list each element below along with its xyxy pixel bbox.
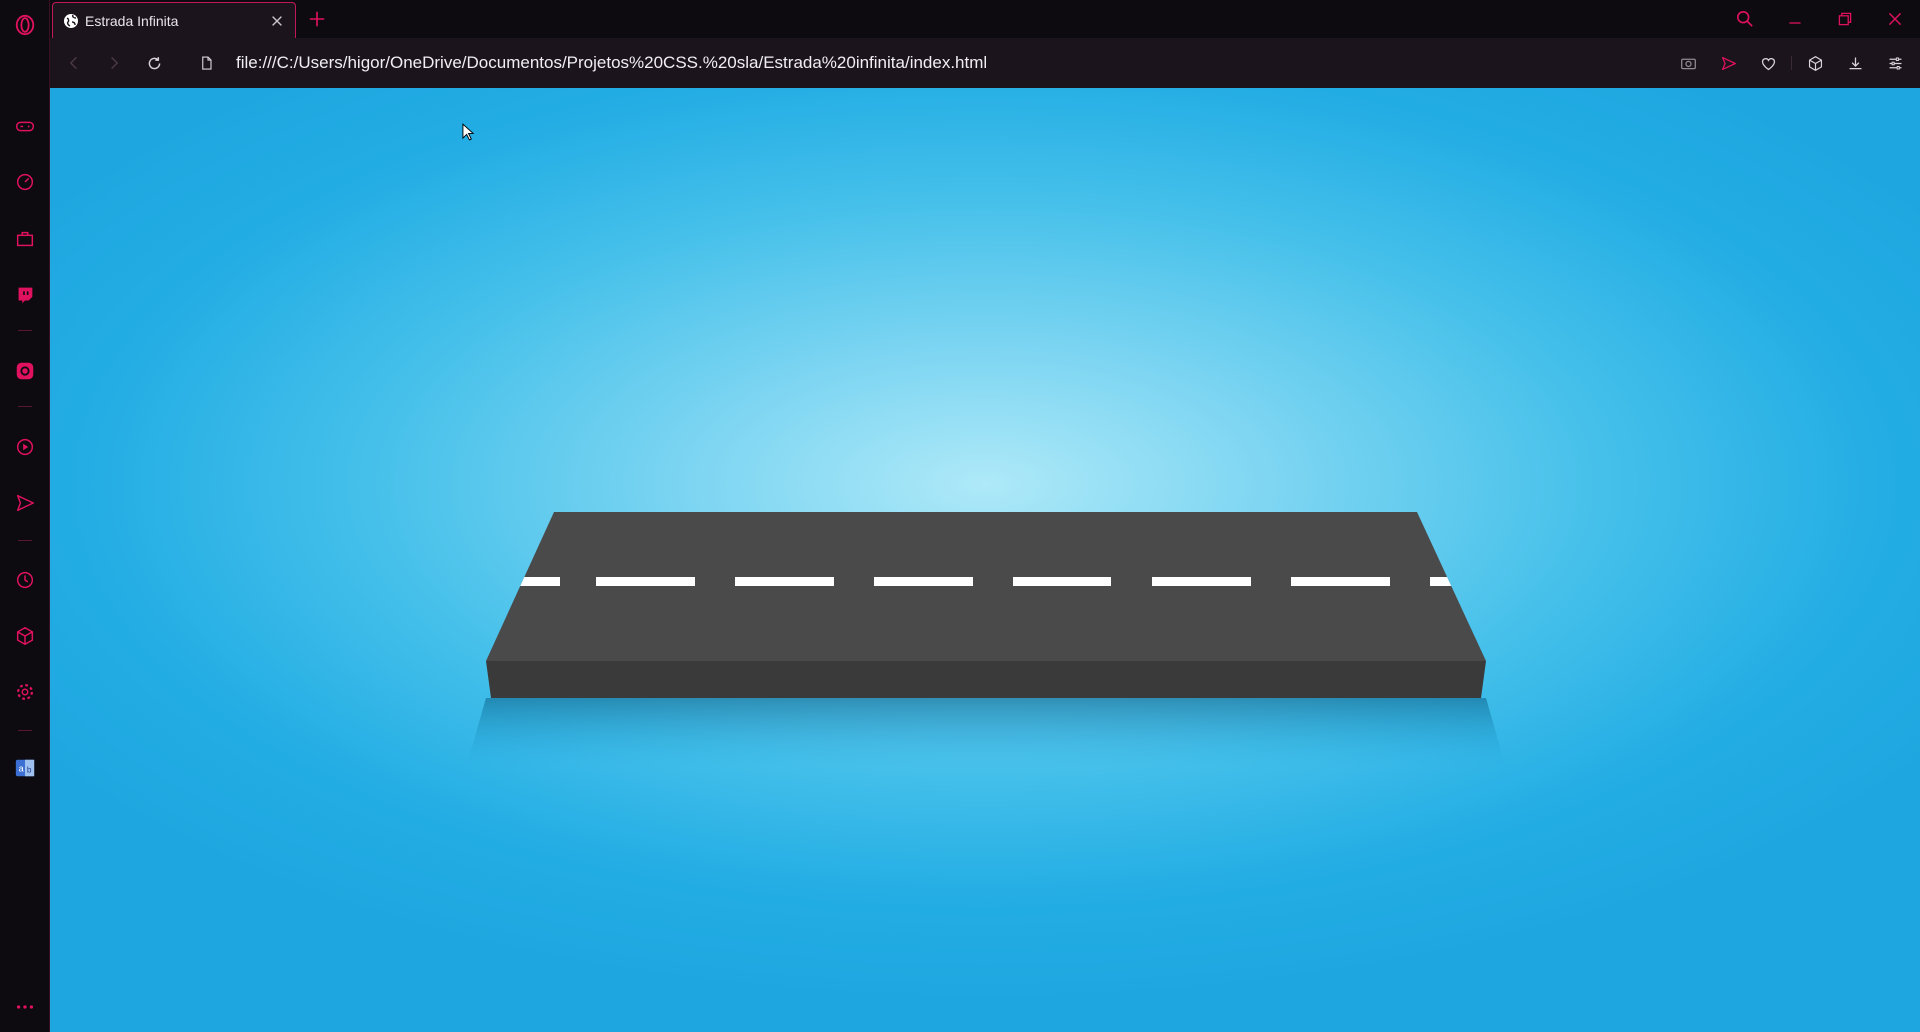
sidebar-divider [18, 730, 32, 731]
search-tabs-button[interactable] [1720, 0, 1770, 38]
forward-button[interactable] [94, 43, 134, 83]
back-button[interactable] [54, 43, 94, 83]
window-controls [1720, 0, 1920, 38]
downloads-button[interactable] [1838, 46, 1872, 80]
road-scene [466, 512, 1506, 768]
lane-dash [735, 577, 834, 586]
lane-dash [1152, 577, 1251, 586]
opera-logo-icon[interactable] [12, 12, 38, 38]
svg-text:b: b [27, 766, 32, 775]
cube-icon [1808, 55, 1822, 71]
reload-icon [148, 56, 160, 69]
globe-icon [63, 13, 79, 29]
chevron-left-icon [69, 56, 77, 70]
close-window-button[interactable] [1870, 0, 1920, 38]
easy-setup-button[interactable] [1878, 46, 1912, 80]
search-icon [1736, 10, 1753, 27]
instagram-icon[interactable] [12, 358, 38, 384]
player-icon[interactable] [12, 434, 38, 460]
camera-icon [1680, 58, 1696, 69]
page-viewport [50, 88, 1920, 1032]
speedometer-icon[interactable] [12, 169, 38, 195]
browser-window: ab Estrada Infinita file:///C:/Users/hig… [0, 0, 1920, 1032]
more-icon[interactable] [12, 994, 38, 1020]
lane-dash [1291, 577, 1390, 586]
tab-title: Estrada Infinita [85, 12, 179, 29]
toolbar-divider [1791, 56, 1792, 70]
file-icon [186, 43, 226, 83]
road-reflection [466, 698, 1506, 768]
lane-dash [874, 577, 973, 586]
sliders-icon [1889, 56, 1901, 70]
twitch-icon[interactable] [12, 282, 38, 308]
url-field[interactable]: file:///C:/Users/higor/OneDrive/Document… [236, 53, 987, 73]
send-icon[interactable] [12, 490, 38, 516]
send-to-flow-button[interactable] [1711, 46, 1745, 80]
heart-icon [1761, 57, 1775, 70]
history-icon[interactable] [12, 567, 38, 593]
toolbar-right [1671, 38, 1912, 88]
lane-dash [596, 577, 695, 586]
sidebar-divider [18, 406, 32, 407]
snapshot-button[interactable] [1671, 46, 1705, 80]
lane-dash [520, 577, 560, 586]
sidebar-divider [18, 540, 32, 541]
close-icon[interactable] [269, 13, 285, 29]
road-surface [486, 512, 1486, 661]
briefcase-icon[interactable] [12, 226, 38, 252]
lane-dash [1013, 577, 1111, 586]
restore-icon [1838, 12, 1852, 26]
reload-button[interactable] [134, 43, 174, 83]
sidebar: ab [0, 0, 50, 1032]
lane-dash [1430, 577, 1470, 586]
minimize-button[interactable] [1770, 0, 1820, 38]
cube-icon[interactable] [12, 623, 38, 649]
send-icon [1721, 56, 1736, 70]
mouse-cursor-icon [462, 123, 475, 147]
bookmark-button[interactable] [1751, 46, 1785, 80]
new-tab-button[interactable] [306, 8, 328, 30]
restore-button[interactable] [1820, 0, 1870, 38]
extensions-button[interactable] [1798, 46, 1832, 80]
download-icon [1849, 57, 1861, 69]
settings-icon[interactable] [12, 679, 38, 705]
tab-active[interactable]: Estrada Infinita [52, 2, 296, 38]
chevron-right-icon [111, 56, 119, 70]
close-icon [1888, 12, 1902, 26]
gamepad-icon[interactable] [12, 113, 38, 139]
sidebar-divider [18, 330, 32, 331]
address-bar: file:///C:/Users/higor/OneDrive/Document… [50, 38, 1920, 88]
tab-strip: Estrada Infinita [50, 0, 1920, 38]
road-side [486, 661, 1486, 698]
minimize-icon [1789, 22, 1801, 24]
plus-icon [309, 11, 325, 27]
translate-icon[interactable]: ab [12, 755, 38, 781]
